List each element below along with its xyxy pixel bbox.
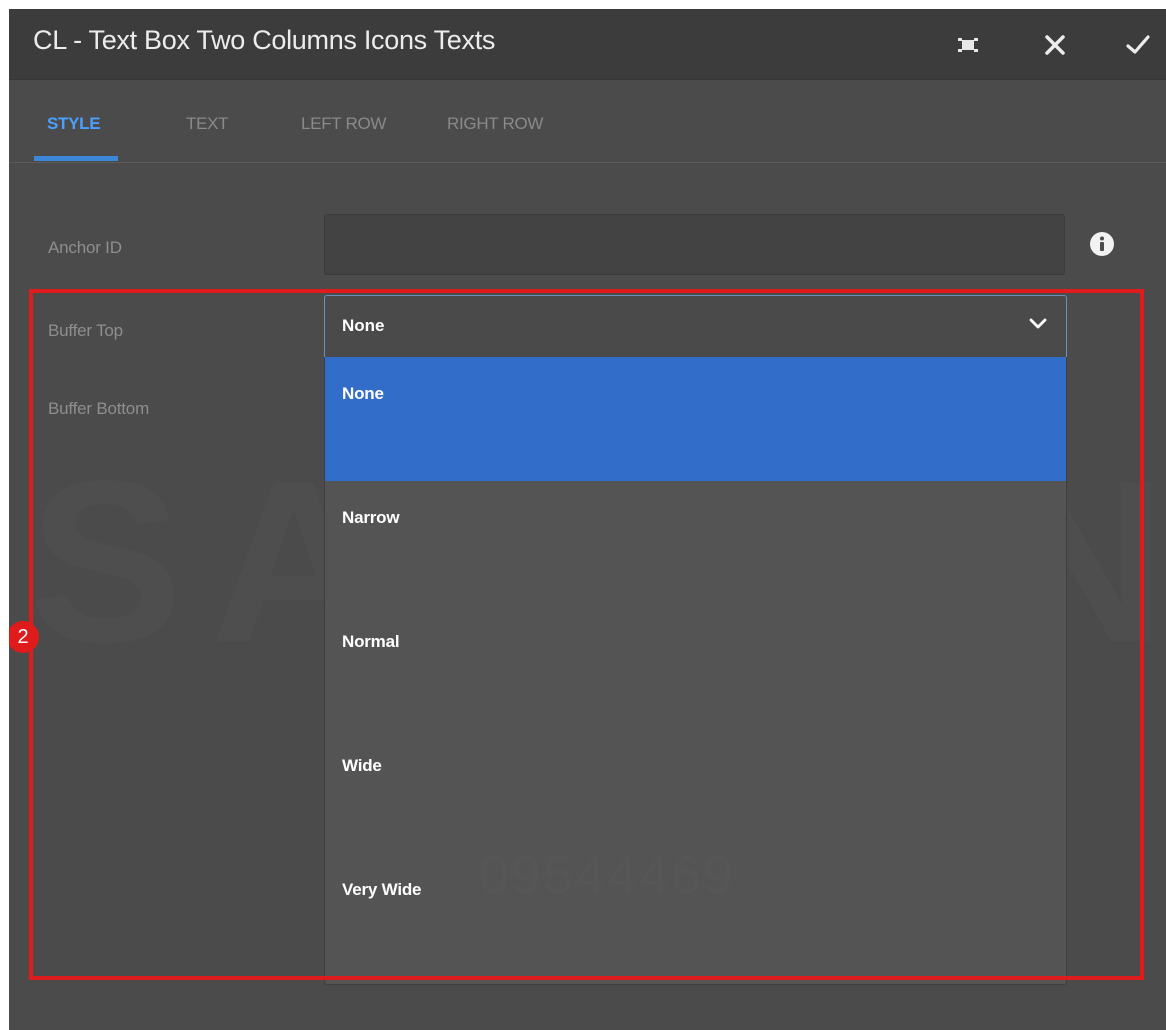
tab-bar: STYLE TEXT LEFT ROW RIGHT ROW [9, 80, 1166, 163]
option-label: Narrow [342, 508, 400, 527]
anchor-id-label: Anchor ID [48, 238, 122, 257]
option-narrow[interactable]: Narrow [325, 481, 1066, 605]
option-label: Normal [342, 632, 400, 651]
option-none[interactable]: None [325, 357, 1066, 481]
dialog: CL - Text Box Two Columns Icons Texts ST… [9, 9, 1166, 1030]
active-tab-indicator [34, 156, 118, 161]
tab-text[interactable]: TEXT [186, 114, 229, 134]
dialog-titlebar: CL - Text Box Two Columns Icons Texts [9, 9, 1166, 80]
option-label: Very Wide [342, 880, 422, 899]
anchor-id-input[interactable] [324, 214, 1065, 275]
option-very-wide[interactable]: Very Wide [325, 853, 1066, 977]
close-icon[interactable] [1041, 31, 1069, 59]
step-number-badge: 2 [9, 621, 39, 653]
buffer-top-options-list: None Narrow Normal Wide Very Wide [324, 357, 1067, 985]
tab-style[interactable]: STYLE [47, 114, 101, 134]
dialog-title: CL - Text Box Two Columns Icons Texts [33, 25, 496, 55]
buffer-top-label: Buffer Top [48, 321, 123, 340]
check-icon[interactable] [1124, 31, 1152, 59]
option-wide[interactable]: Wide [325, 729, 1066, 853]
tab-left-row[interactable]: LEFT ROW [301, 114, 386, 134]
option-normal[interactable]: Normal [325, 605, 1066, 729]
option-label: None [342, 384, 384, 403]
buffer-top-select[interactable]: None [324, 295, 1067, 357]
buffer-bottom-label: Buffer Bottom [48, 399, 150, 418]
info-icon[interactable] [1089, 231, 1115, 257]
chevron-down-icon [1029, 318, 1047, 329]
fullscreen-icon[interactable] [954, 31, 982, 59]
option-label: Wide [342, 756, 382, 775]
tab-right-row[interactable]: RIGHT ROW [447, 114, 543, 134]
buffer-top-selected-value: None [342, 316, 385, 335]
